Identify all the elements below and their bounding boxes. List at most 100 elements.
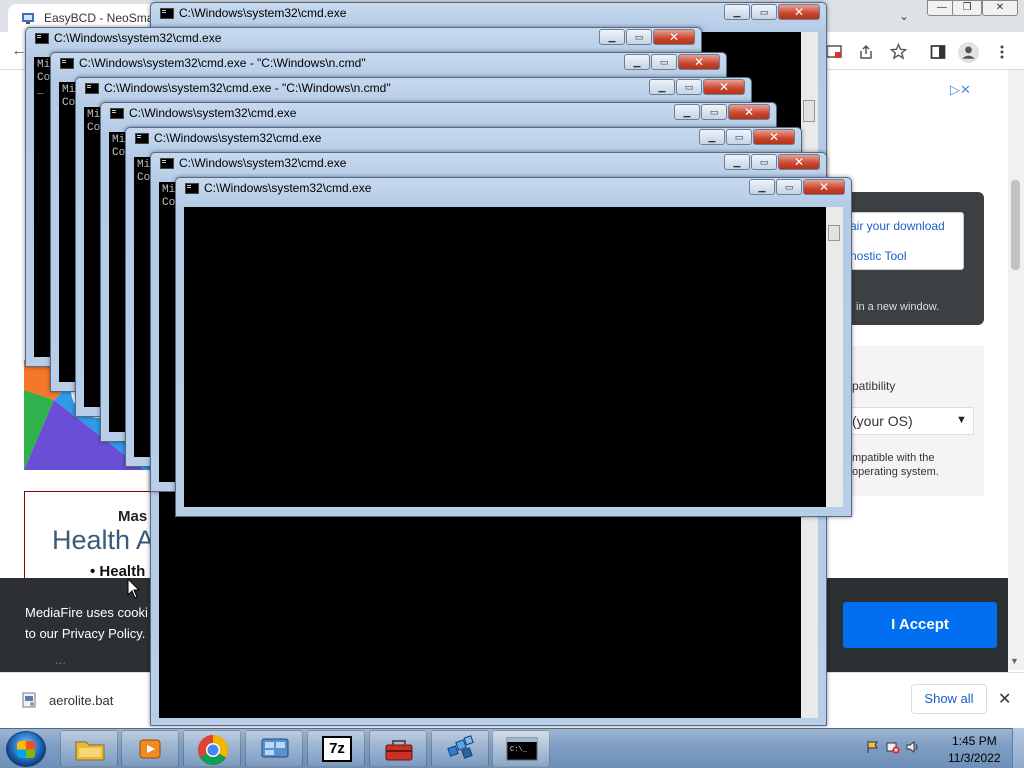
ad-choices-close-icon[interactable]: ▷✕ bbox=[950, 82, 984, 98]
sidebar-icon[interactable] bbox=[930, 44, 946, 60]
browser-close-button[interactable]: ✕ bbox=[982, 0, 1018, 16]
taskbar-chrome[interactable] bbox=[183, 730, 241, 767]
cmd-minimize-button[interactable]: ▁ bbox=[724, 154, 750, 170]
cmd-window-controls: ▁ ▭ ✕ bbox=[623, 54, 720, 72]
cookie-text-line-2[interactable]: to our Privacy Policy. bbox=[25, 626, 145, 641]
cmd-maximize-button[interactable]: ▭ bbox=[651, 54, 677, 70]
os-select-value: (your OS) bbox=[852, 413, 913, 429]
cmd-window-controls: ▁ ▭ ✕ bbox=[723, 154, 820, 172]
cmd-close-button[interactable]: ✕ bbox=[778, 154, 820, 170]
clock-date[interactable]: 11/3/2022 bbox=[948, 751, 1001, 765]
cmd-minimize-button[interactable]: ▁ bbox=[599, 29, 625, 45]
install-icon[interactable] bbox=[826, 44, 842, 60]
cmd-minimize-button[interactable]: ▁ bbox=[674, 104, 700, 120]
profile-icon[interactable] bbox=[958, 42, 979, 63]
chrome-icon bbox=[197, 735, 229, 766]
cmd-minimize-button[interactable]: ▁ bbox=[749, 179, 775, 195]
7zip-icon: 7z bbox=[322, 736, 352, 762]
console-line: Co bbox=[112, 147, 126, 159]
cookie-text-line-3: ... bbox=[55, 652, 66, 667]
compatibility-title: patibility bbox=[852, 379, 896, 393]
compatibility-note-line-1: mpatible with the bbox=[852, 452, 935, 464]
control-panel-icon bbox=[261, 738, 289, 758]
download-file-name[interactable]: aerolite.bat bbox=[49, 693, 113, 708]
page-scrollbar-thumb[interactable] bbox=[1011, 180, 1020, 270]
cmd-window-icon bbox=[135, 133, 149, 144]
health-ad-heading: Mas bbox=[118, 508, 148, 525]
cmd-minimize-button[interactable]: ▁ bbox=[649, 79, 675, 95]
cmd-maximize-button[interactable]: ▭ bbox=[676, 79, 702, 95]
cmd-close-button[interactable]: ✕ bbox=[728, 104, 770, 120]
download-note: in a new window. bbox=[856, 301, 940, 313]
cmd-close-button[interactable]: ✕ bbox=[678, 54, 720, 70]
dropdown-arrow-icon: ▼ bbox=[956, 414, 967, 426]
cmd-window-title: C:\Windows\system32\cmd.exe bbox=[179, 6, 347, 20]
tab-search-chevron-icon[interactable]: ⌄ bbox=[894, 6, 914, 26]
media-player-icon bbox=[139, 739, 161, 759]
cmd-console-output[interactable] bbox=[184, 207, 826, 507]
cmd-window-icon bbox=[35, 33, 49, 44]
batch-file-icon[interactable] bbox=[22, 692, 36, 708]
taskbar-registry-editor[interactable] bbox=[431, 730, 489, 767]
action-center-flag-icon[interactable] bbox=[866, 740, 880, 754]
show-desktop-button[interactable] bbox=[1012, 728, 1024, 768]
cmd-minimize-button[interactable]: ▁ bbox=[699, 129, 725, 145]
cmd-window-front[interactable]: C:\Windows\system32\cmd.exe ▁ ▭ ✕ bbox=[175, 177, 852, 517]
cmd-scrollbar[interactable] bbox=[826, 207, 843, 507]
console-line: Mi bbox=[137, 159, 151, 171]
menu-icon[interactable] bbox=[998, 44, 1006, 60]
taskbar-control-panel[interactable] bbox=[245, 730, 303, 767]
cmd-window-icon bbox=[110, 108, 124, 119]
start-button[interactable] bbox=[6, 731, 46, 767]
cmd-window-controls: ▁ ▭ ✕ bbox=[598, 29, 695, 47]
cmd-maximize-button[interactable]: ▭ bbox=[726, 129, 752, 145]
cmd-window-icon bbox=[160, 8, 174, 19]
cmd-close-button[interactable]: ✕ bbox=[778, 4, 820, 20]
accept-cookies-button[interactable]: I Accept bbox=[843, 602, 997, 648]
cmd-maximize-button[interactable]: ▭ bbox=[626, 29, 652, 45]
cmd-close-button[interactable]: ✕ bbox=[653, 29, 695, 45]
taskbar-toolbox[interactable] bbox=[369, 730, 427, 767]
cmd-close-button[interactable]: ✕ bbox=[803, 179, 845, 195]
cmd-window-title: C:\Windows\system32\cmd.exe bbox=[204, 181, 372, 195]
diagnostic-tool-link[interactable]: nostic Tool bbox=[850, 249, 906, 263]
taskbar-7zip[interactable]: 7z bbox=[307, 730, 365, 767]
taskbar-cmd[interactable]: C:\_ bbox=[492, 730, 550, 767]
cmd-maximize-button[interactable]: ▭ bbox=[751, 4, 777, 20]
network-warning-icon[interactable] bbox=[886, 740, 900, 754]
scroll-down-arrow-icon[interactable]: ▼ bbox=[1010, 656, 1019, 666]
cmd-minimize-button[interactable]: ▁ bbox=[724, 4, 750, 20]
cmd-maximize-button[interactable]: ▭ bbox=[776, 179, 802, 195]
cmd-maximize-button[interactable]: ▭ bbox=[701, 104, 727, 120]
svg-text:C:\_: C:\_ bbox=[510, 746, 528, 754]
cmd-window-title: C:\Windows\system32\cmd.exe - "C:\Window… bbox=[104, 81, 391, 95]
share-icon[interactable] bbox=[858, 44, 874, 60]
console-line: Co bbox=[162, 197, 176, 209]
cmd-maximize-button[interactable]: ▭ bbox=[751, 154, 777, 170]
console-cursor: _ bbox=[37, 85, 44, 97]
taskbar-file-explorer[interactable] bbox=[60, 730, 118, 767]
cmd-window-controls: ▁ ▭ ✕ bbox=[698, 129, 795, 147]
repair-download-link[interactable]: air your download bbox=[850, 219, 945, 233]
volume-icon[interactable] bbox=[906, 740, 920, 754]
browser-maximize-button[interactable]: ❐ bbox=[952, 0, 982, 16]
cmd-minimize-button[interactable]: ▁ bbox=[624, 54, 650, 70]
cmd-icon: C:\_ bbox=[506, 737, 538, 761]
cmd-close-button[interactable]: ✕ bbox=[703, 79, 745, 95]
cmd-scrollbar-thumb[interactable] bbox=[828, 225, 840, 241]
console-line: Co bbox=[87, 122, 101, 134]
page-scrollbar[interactable] bbox=[1008, 70, 1024, 670]
cmd-window-icon bbox=[160, 158, 174, 169]
cmd-window-controls: ▁ ▭ ✕ bbox=[673, 104, 770, 122]
show-all-downloads-button[interactable]: Show all bbox=[911, 684, 987, 714]
cmd-window-controls: ▁ ▭ ✕ bbox=[723, 4, 820, 22]
console-line: Mi bbox=[162, 184, 176, 196]
bookmark-star-icon[interactable] bbox=[890, 43, 907, 60]
registry-editor-icon bbox=[447, 735, 474, 759]
taskbar-media-player[interactable] bbox=[121, 730, 179, 767]
close-download-shelf-icon[interactable]: ✕ bbox=[998, 689, 1011, 709]
cmd-scrollbar-thumb[interactable] bbox=[803, 100, 815, 122]
toolbox-icon bbox=[385, 740, 413, 761]
clock-time[interactable]: 1:45 PM bbox=[952, 734, 997, 748]
cmd-close-button[interactable]: ✕ bbox=[753, 129, 795, 145]
